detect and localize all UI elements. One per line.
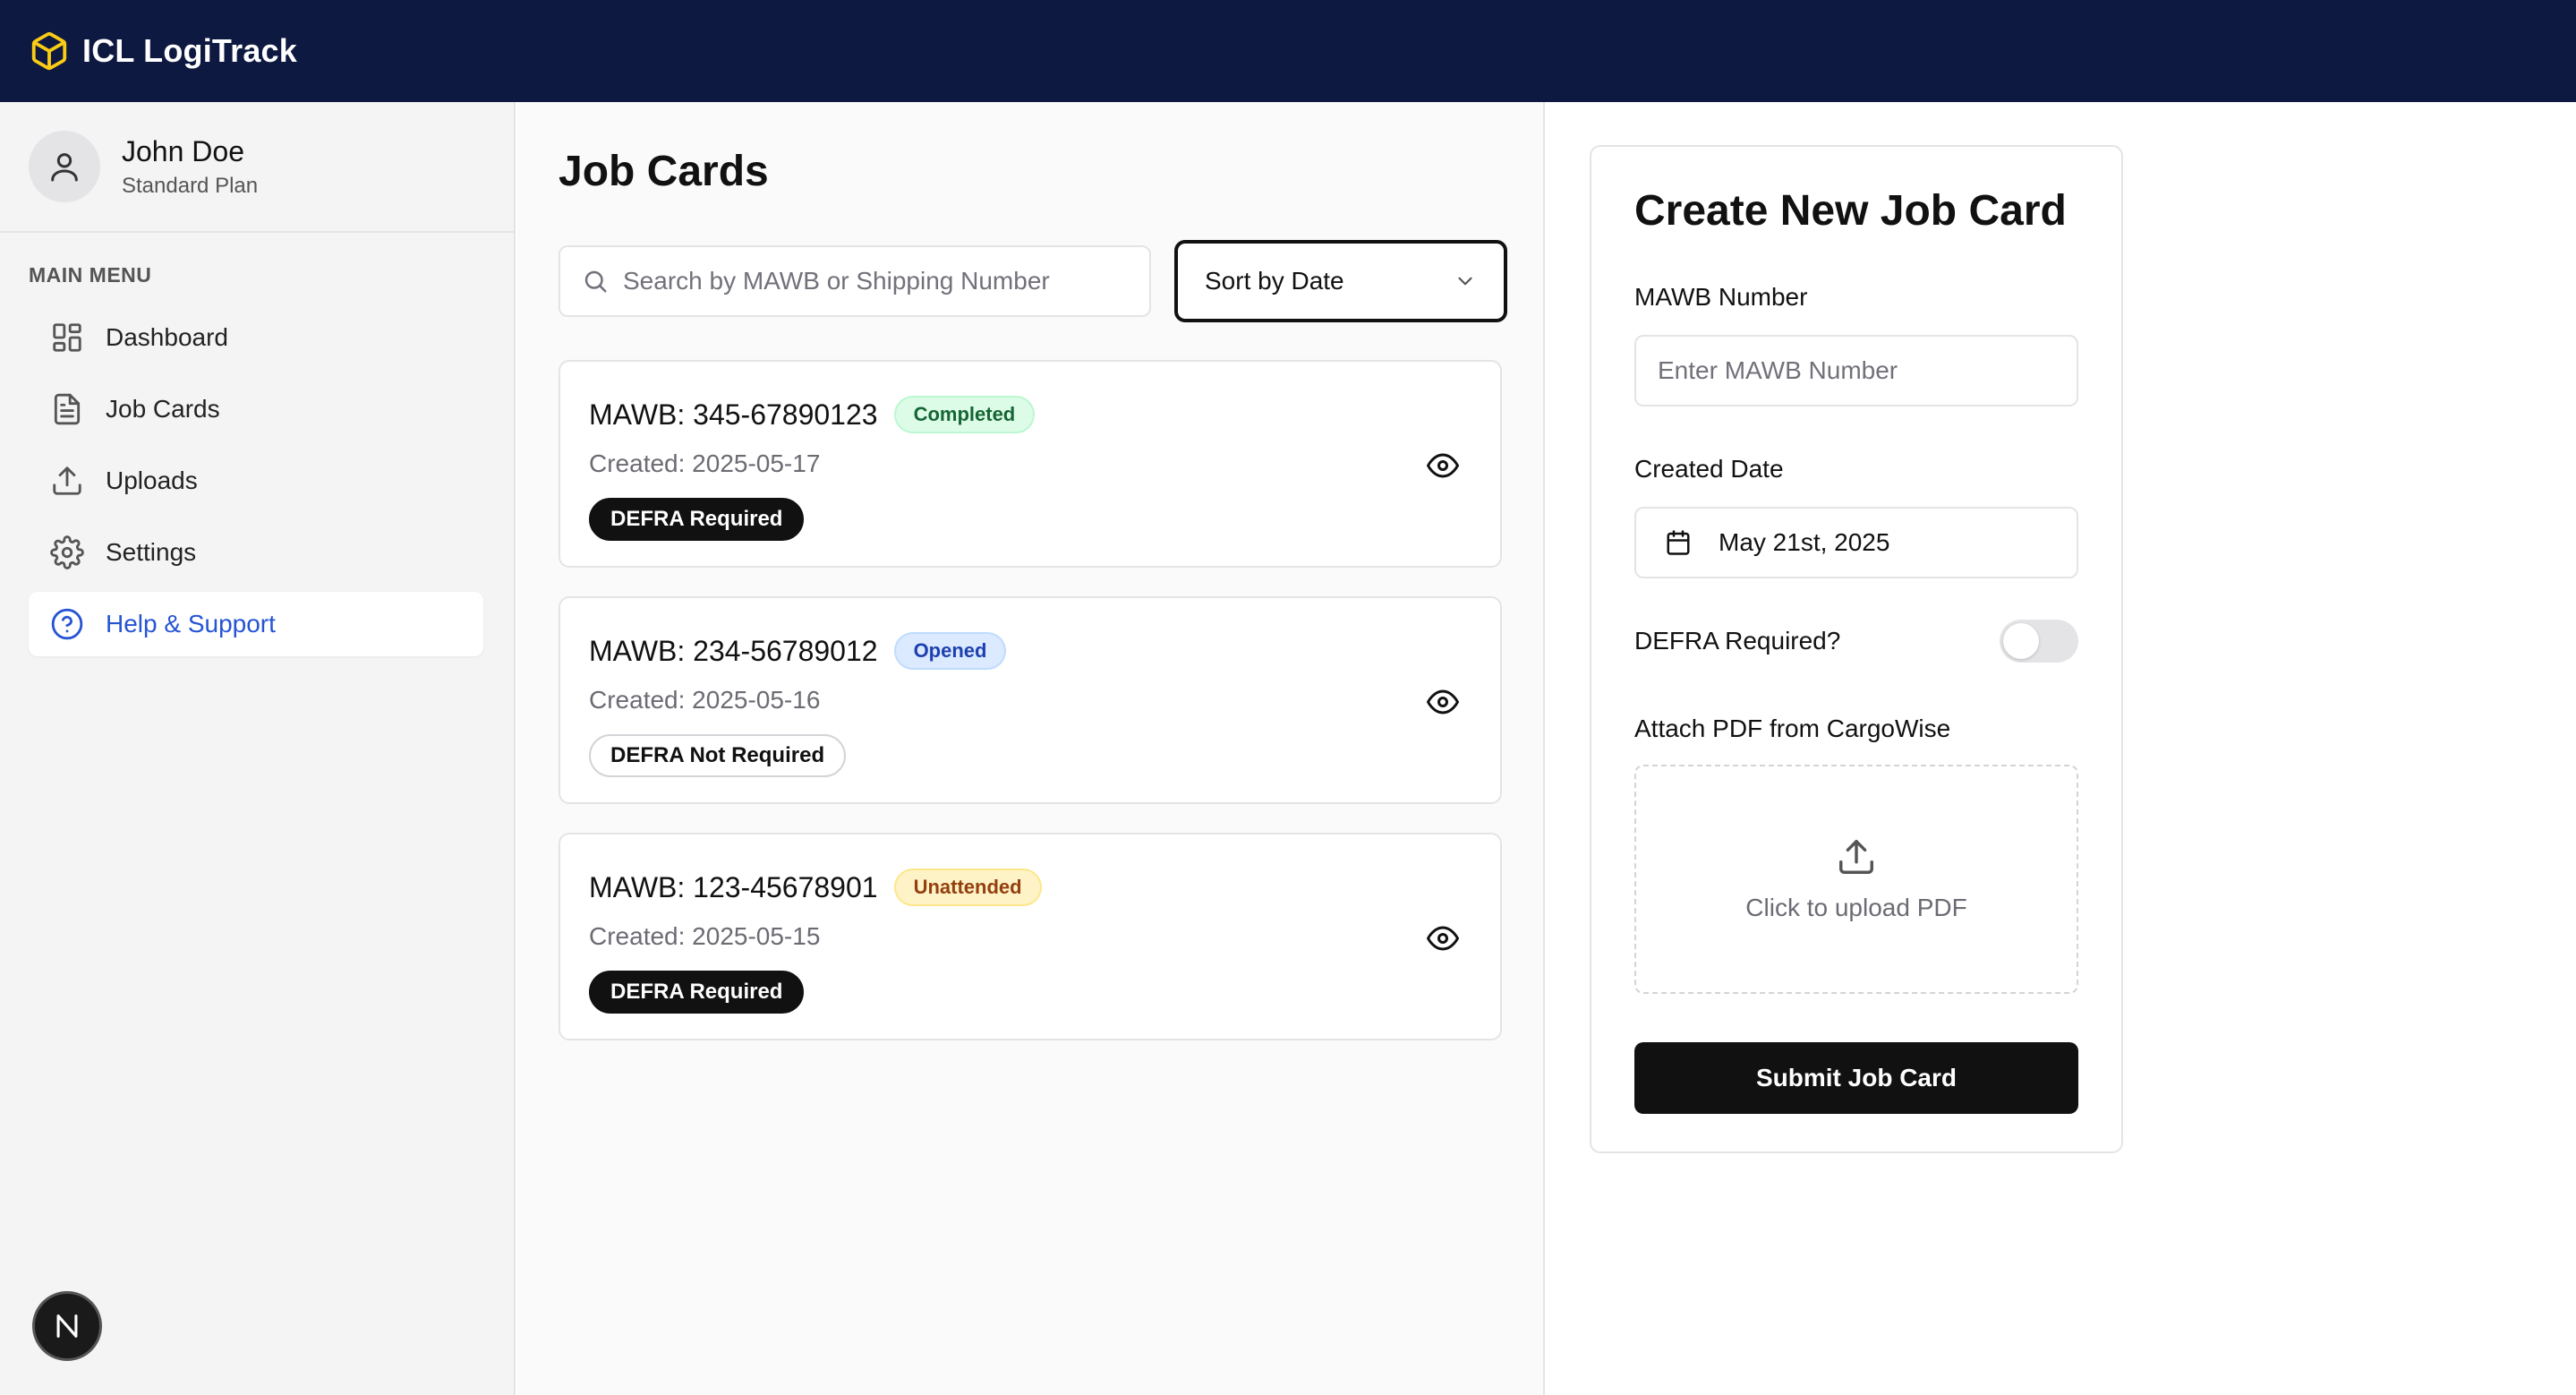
job-card-created-date: Created: 2025-05-15 [589, 922, 821, 950]
cube-icon [31, 31, 67, 71]
menu-section-title: MAIN MENU [29, 263, 152, 287]
gear-icon [50, 535, 84, 569]
avatar [29, 131, 100, 202]
search-input[interactable] [623, 267, 1124, 295]
mawb-number-label: MAWB Number [1634, 283, 1808, 311]
defra-badge: DEFRA Required [589, 498, 805, 541]
job-card-created-date: Created: 2025-05-17 [589, 449, 821, 477]
job-card[interactable]: MAWB: 123-45678901 Unattended Created: 2… [559, 833, 1502, 1040]
n-logo-icon [56, 1314, 78, 1338]
defra-required-label: DEFRA Required? [1634, 627, 1841, 655]
toggle-knob [2003, 623, 2039, 659]
chevron-down-icon [1458, 277, 1472, 286]
status-badge: Opened [893, 632, 1007, 670]
created-date-value: May 21st, 2025 [1719, 528, 1890, 556]
job-card[interactable]: MAWB: 345-67890123 Completed Created: 20… [559, 360, 1502, 568]
user-name: John Doe [122, 134, 244, 167]
document-icon [50, 392, 84, 426]
user-icon [51, 153, 78, 182]
submit-job-card-button[interactable]: Submit Job Card [1634, 1042, 2078, 1114]
job-card-mawb: MAWB: 123-45678901 [589, 870, 878, 903]
upload-icon [1839, 840, 1873, 874]
user-plan: Standard Plan [122, 173, 259, 198]
form-title: Create New Job Card [1634, 187, 2067, 235]
upload-icon [50, 464, 84, 498]
attach-pdf-label: Attach PDF from CargoWise [1634, 715, 1951, 742]
sidebar-item-label: Settings [106, 538, 197, 566]
defra-badge: DEFRA Required [589, 971, 805, 1014]
sidebar-item-help-support[interactable]: Help & Support [29, 592, 483, 656]
sidebar-item-label: Uploads [106, 466, 198, 494]
search-icon [584, 270, 607, 293]
created-date-picker[interactable]: May 21st, 2025 [1634, 507, 2078, 578]
sort-dropdown-value: Sort by Date [1205, 267, 1344, 295]
job-card[interactable]: MAWB: 234-56789012 Opened Created: 2025-… [559, 596, 1502, 804]
create-job-card-form: Create New Job Card MAWB Number Created … [1590, 145, 2123, 1153]
top-bar: ICL LogiTrack [0, 0, 2576, 102]
sort-dropdown[interactable]: Sort by Date [1174, 240, 1507, 322]
mawb-number-input[interactable] [1634, 335, 2078, 407]
main-content: Job Cards Sort by Date MAWB: 345-6789012… [517, 102, 1545, 1395]
sidebar-item-uploads[interactable]: Uploads [29, 449, 483, 513]
eye-icon[interactable] [1427, 922, 1459, 954]
sidebar: John Doe Standard Plan MAIN MENU Dashboa… [0, 102, 516, 1395]
page-title: Job Cards [559, 148, 769, 195]
status-badge: Unattended [893, 869, 1042, 906]
sidebar-item-settings[interactable]: Settings [29, 520, 483, 585]
search-box[interactable] [559, 245, 1151, 317]
sidebar-item-dashboard[interactable]: Dashboard [29, 305, 483, 370]
defra-badge: DEFRA Not Required [589, 734, 847, 777]
calendar-icon [1667, 530, 1690, 555]
eye-icon[interactable] [1427, 449, 1459, 482]
job-card-mawb: MAWB: 234-56789012 [589, 634, 878, 667]
status-badge: Completed [893, 396, 1036, 433]
help-circle-icon [50, 607, 84, 641]
job-card-created-date: Created: 2025-05-16 [589, 686, 821, 714]
user-profile[interactable]: John Doe Standard Plan [0, 102, 514, 233]
job-card-mawb: MAWB: 345-67890123 [589, 398, 878, 431]
sidebar-item-label: Help & Support [106, 610, 276, 638]
sidebar-item-label: Job Cards [106, 395, 220, 423]
app-title: ICL LogiTrack [82, 32, 297, 69]
upload-prompt: Click to upload PDF [1745, 894, 1967, 921]
pdf-upload-dropzone[interactable]: Click to upload PDF [1634, 765, 2078, 994]
floating-n-badge[interactable] [32, 1291, 102, 1361]
defra-required-toggle[interactable] [2000, 620, 2078, 663]
sidebar-item-job-cards[interactable]: Job Cards [29, 377, 483, 441]
sidebar-item-label: Dashboard [106, 323, 228, 351]
eye-icon[interactable] [1427, 686, 1459, 718]
created-date-label: Created Date [1634, 455, 1784, 483]
dashboard-grid-icon [50, 321, 84, 355]
